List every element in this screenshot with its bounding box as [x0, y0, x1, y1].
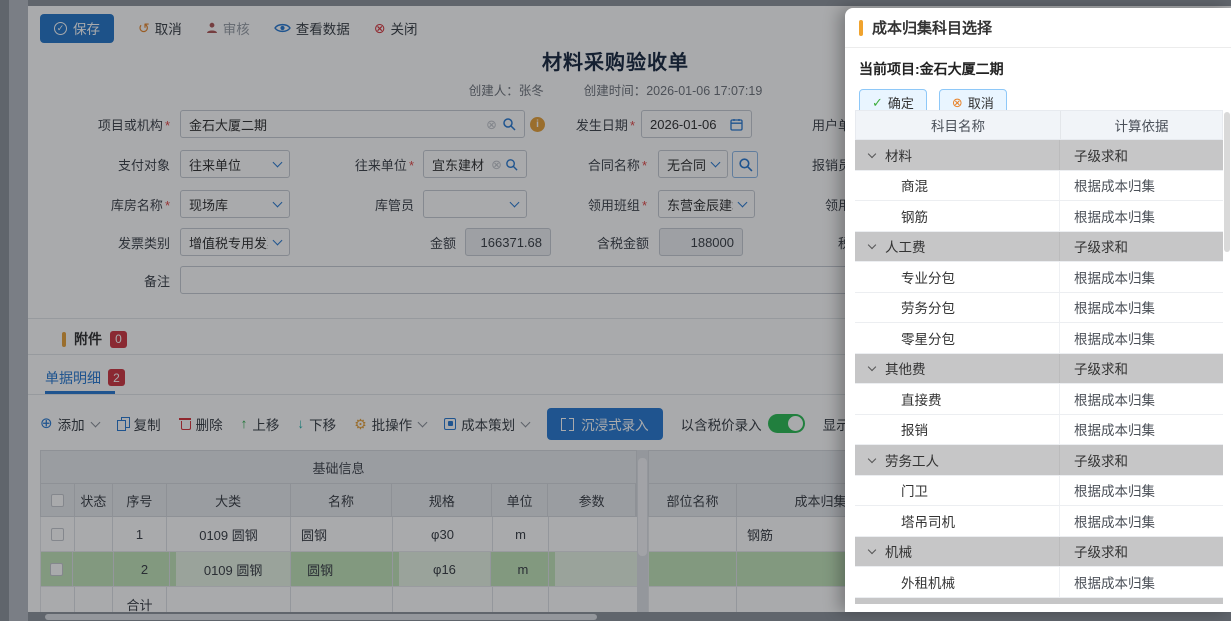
panel-cell-basis: 根据成本归集 [1060, 293, 1223, 323]
panel-title: 成本归集科目选择 [872, 17, 992, 38]
panel-cell-subject: 专业分包 [855, 262, 1060, 292]
chevron-down-icon[interactable] [868, 241, 876, 249]
panel-table-row[interactable]: 钢筋根据成本归集 [855, 201, 1223, 232]
panel-table-row[interactable]: 专业分包根据成本归集 [855, 262, 1223, 293]
cancel-circle-icon: ⊗ [952, 95, 963, 111]
panel-table-row[interactable]: 直接费根据成本归集 [855, 384, 1223, 415]
panel-table-row[interactable]: 劳务分包根据成本归集 [855, 293, 1223, 324]
panel-cell-subject: 其他费 [855, 354, 1060, 384]
panel-cell-subject: 劳务分包 [855, 293, 1060, 323]
panel-cell-basis: 子级求和 [1060, 140, 1223, 170]
panel-cell-subject: 报销 [855, 415, 1060, 445]
panel-table-row[interactable]: 门卫根据成本归集 [855, 476, 1223, 507]
panel-cell-basis: 根据成本归集 [1060, 262, 1223, 292]
panel-header-basis: 计算依据 [1061, 111, 1222, 139]
panel-cell-basis: 根据成本归集 [1060, 476, 1223, 506]
check-icon: ✓ [872, 95, 883, 111]
chevron-down-icon[interactable] [868, 150, 876, 158]
panel-cell-subject: 商混 [855, 171, 1060, 201]
panel-header: 成本归集科目选择 [845, 8, 1231, 48]
panel-cell-basis: 根据成本归集 [1060, 201, 1223, 231]
panel-table-row[interactable]: 外租机械根据成本归集 [855, 567, 1223, 598]
panel-cell-basis: 子级求和 [1060, 537, 1223, 567]
screen: ✓ 保存 ↺ 取消 审核 查看数据 [0, 0, 1231, 621]
panel-cell-subject: 材料 [855, 140, 1060, 170]
panel-table-row[interactable]: 机械子级求和 [855, 537, 1223, 568]
panel-cell-basis: 子级求和 [1060, 232, 1223, 262]
panel-header-subject: 科目名称 [856, 111, 1061, 139]
panel-accent-bar-icon [859, 20, 863, 36]
cost-subject-panel: 成本归集科目选择 当前项目:金石大厦二期 ✓ 确定 ⊗ 取消 科目名称 计算依据… [845, 8, 1231, 612]
panel-table-row[interactable]: 报销根据成本归集 [855, 415, 1223, 446]
panel-cell-subject: 外租机械 [855, 567, 1060, 597]
panel-table-row[interactable]: 其他费子级求和 [855, 354, 1223, 385]
panel-cell-basis: 根据成本归集 [1060, 415, 1223, 445]
panel-table-row[interactable]: 劳务工人子级求和 [855, 445, 1223, 476]
panel-table-row[interactable]: 人工费子级求和 [855, 232, 1223, 263]
panel-cell-basis: 根据成本归集 [1060, 506, 1223, 536]
panel-cell-basis: 根据成本归集 [1060, 171, 1223, 201]
panel-cell-basis: 子级求和 [1060, 445, 1223, 475]
panel-table-row[interactable]: 零星分包根据成本归集 [855, 323, 1223, 354]
panel-cell-subject: 机械 [855, 537, 1060, 567]
chevron-down-icon[interactable] [868, 363, 876, 371]
panel-current-project: 当前项目:金石大厦二期 [859, 59, 1217, 79]
panel-table-row[interactable]: 塔吊司机根据成本归集 [855, 506, 1223, 537]
panel-table: 科目名称 计算依据 材料子级求和商混根据成本归集钢筋根据成本归集人工费子级求和专… [855, 110, 1223, 612]
panel-cell-basis: 根据成本归集 [1060, 384, 1223, 414]
panel-cell-basis: 子级求和 [1060, 354, 1223, 384]
panel-table-row[interactable]: 材料子级求和 [855, 140, 1223, 171]
panel-cell-basis: 根据成本归集 [1060, 567, 1223, 597]
panel-cell-basis: 根据成本归集 [1060, 323, 1223, 353]
panel-cell-subject: 直接费 [855, 384, 1060, 414]
panel-table-header: 科目名称 计算依据 [855, 110, 1223, 140]
panel-cell-subject: 劳务工人 [855, 445, 1060, 475]
panel-cell-subject: 人工费 [855, 232, 1060, 262]
panel-scrollbar-thumb[interactable] [1224, 112, 1230, 252]
panel-cell-subject: 门卫 [855, 476, 1060, 506]
panel-table-row[interactable]: 商混根据成本归集 [855, 171, 1223, 202]
panel-table-next-row-sliver [855, 598, 1223, 604]
panel-cell-subject: 零星分包 [855, 323, 1060, 353]
chevron-down-icon[interactable] [868, 546, 876, 554]
chevron-down-icon[interactable] [868, 455, 876, 463]
panel-cell-subject: 钢筋 [855, 201, 1060, 231]
panel-cell-subject: 塔吊司机 [855, 506, 1060, 536]
